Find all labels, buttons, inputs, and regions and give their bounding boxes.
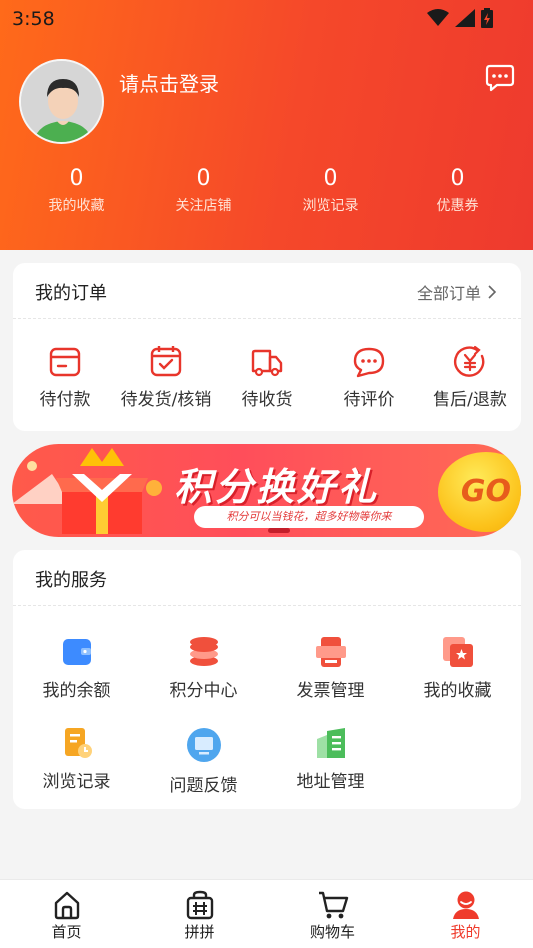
tab-label: 购物车: [309, 923, 355, 941]
service-address[interactable]: 地址管理: [267, 727, 394, 792]
stat-favorites[interactable]: 0 我的收藏: [13, 166, 140, 215]
truck-icon: [251, 349, 283, 377]
service-label: 问题反馈: [169, 776, 238, 796]
wallet-card-icon: [49, 347, 81, 377]
login-prompt[interactable]: 请点击登录: [119, 68, 219, 97]
order-label: 待发货/核销: [120, 390, 212, 410]
all-orders-label: 全部订单: [416, 284, 481, 303]
order-label: 售后/退款: [433, 390, 507, 410]
service-favorites[interactable]: 我的收藏: [394, 636, 521, 701]
invoice-icon: [315, 637, 346, 667]
avatar[interactable]: [19, 59, 104, 144]
services-title: 我的服务: [35, 570, 107, 591]
monitor-feedback-icon: [186, 728, 221, 762]
status-icons: [427, 8, 493, 28]
user-icon: [452, 891, 479, 919]
service-label: 地址管理: [296, 772, 365, 792]
status-bar: 3:58: [0, 0, 533, 38]
stat-value: 0: [450, 166, 465, 191]
battery-icon: [481, 8, 493, 28]
stat-coupons[interactable]: 0 优惠券: [394, 166, 521, 215]
service-points[interactable]: 积分中心: [140, 636, 267, 701]
star-folder-icon: [442, 637, 473, 667]
stat-label: 我的收藏: [48, 198, 105, 214]
order-label: 待评价: [343, 390, 395, 410]
gift-box-icon: [12, 448, 162, 534]
services-card: 我的服务 我的余额 积分中心 发票管理 我的收藏 浏览记录 问题反馈 地址管理: [13, 550, 521, 809]
service-label: 我的收藏: [423, 681, 492, 701]
service-history[interactable]: 浏览记录: [13, 727, 140, 792]
order-pending-receipt[interactable]: 待收货: [215, 345, 319, 410]
building-icon: [316, 728, 345, 758]
divider: [13, 318, 521, 319]
chat-bubble-icon: [353, 347, 385, 378]
order-pending-review[interactable]: 待评价: [317, 345, 421, 410]
signal-icon: [455, 9, 475, 27]
order-pending-shipment[interactable]: 待发货/核销: [114, 345, 218, 410]
service-label: 我的余额: [42, 681, 111, 701]
bottom-tab-bar: 首页 拼拼 购物车 我的: [0, 879, 533, 948]
wifi-icon: [427, 9, 449, 26]
tab-label: 拼拼: [184, 923, 215, 941]
banner-subtitle: 积分可以当钱花，超多好物等你来: [194, 506, 424, 528]
stat-label: 关注店铺: [175, 198, 232, 214]
yen-refund-icon: [453, 345, 485, 377]
tab-me[interactable]: 我的: [399, 880, 532, 948]
service-label: 积分中心: [169, 681, 238, 701]
service-feedback[interactable]: 问题反馈: [140, 727, 267, 796]
stat-label: 浏览记录: [302, 198, 359, 214]
group-buy-icon: [186, 890, 213, 920]
orders-title: 我的订单: [35, 283, 107, 304]
profile-header: 3:58 请点击登录 0 我的收藏 0 关注店铺 0 浏览记录 0 优惠券: [0, 0, 533, 250]
calendar-check-icon: [150, 346, 182, 377]
orders-card: 我的订单 全部订单 待付款 待发货/核销 待收货 待评价 售后/退款: [13, 263, 521, 431]
default-avatar-icon: [21, 61, 102, 142]
service-label: 发票管理: [296, 681, 365, 701]
history-doc-icon: [64, 728, 92, 758]
divider: [13, 605, 521, 606]
order-after-sales[interactable]: 售后/退款: [418, 345, 522, 410]
order-label: 待收货: [241, 390, 293, 410]
message-icon[interactable]: [485, 63, 515, 93]
balance-card-icon: [62, 639, 91, 665]
service-label: 浏览记录: [42, 772, 111, 792]
status-time: 3:58: [12, 8, 55, 30]
all-orders-link[interactable]: 全部订单: [417, 280, 497, 304]
tab-home[interactable]: 首页: [0, 880, 133, 948]
banner-go-button[interactable]: GO: [438, 452, 521, 532]
service-invoice[interactable]: 发票管理: [267, 636, 394, 701]
tab-label: 我的: [450, 923, 481, 941]
points-exchange-banner[interactable]: 积分换好礼 积分可以当钱花，超多好物等你来 GO: [12, 444, 521, 537]
tab-label: 首页: [51, 923, 82, 941]
stat-followed-shops[interactable]: 0 关注店铺: [140, 166, 267, 215]
tab-cart[interactable]: 购物车: [266, 880, 399, 948]
stat-value: 0: [69, 166, 84, 191]
chevron-right-icon: [488, 285, 497, 299]
home-icon: [54, 891, 79, 920]
service-balance[interactable]: 我的余额: [13, 636, 140, 701]
stat-history[interactable]: 0 浏览记录: [267, 166, 394, 215]
banner-indicator: [268, 528, 290, 533]
stat-value: 0: [196, 166, 211, 191]
stats-row: 0 我的收藏 0 关注店铺 0 浏览记录 0 优惠券: [0, 166, 533, 215]
tab-group-buy[interactable]: 拼拼: [133, 880, 266, 948]
order-label: 待付款: [39, 390, 91, 410]
stat-label: 优惠券: [436, 198, 479, 214]
order-pending-payment[interactable]: 待付款: [13, 345, 117, 410]
banner-title: 积分换好礼: [174, 465, 380, 509]
stat-value: 0: [323, 166, 338, 191]
coin-stack-icon: [189, 637, 218, 666]
cart-icon: [318, 891, 348, 919]
